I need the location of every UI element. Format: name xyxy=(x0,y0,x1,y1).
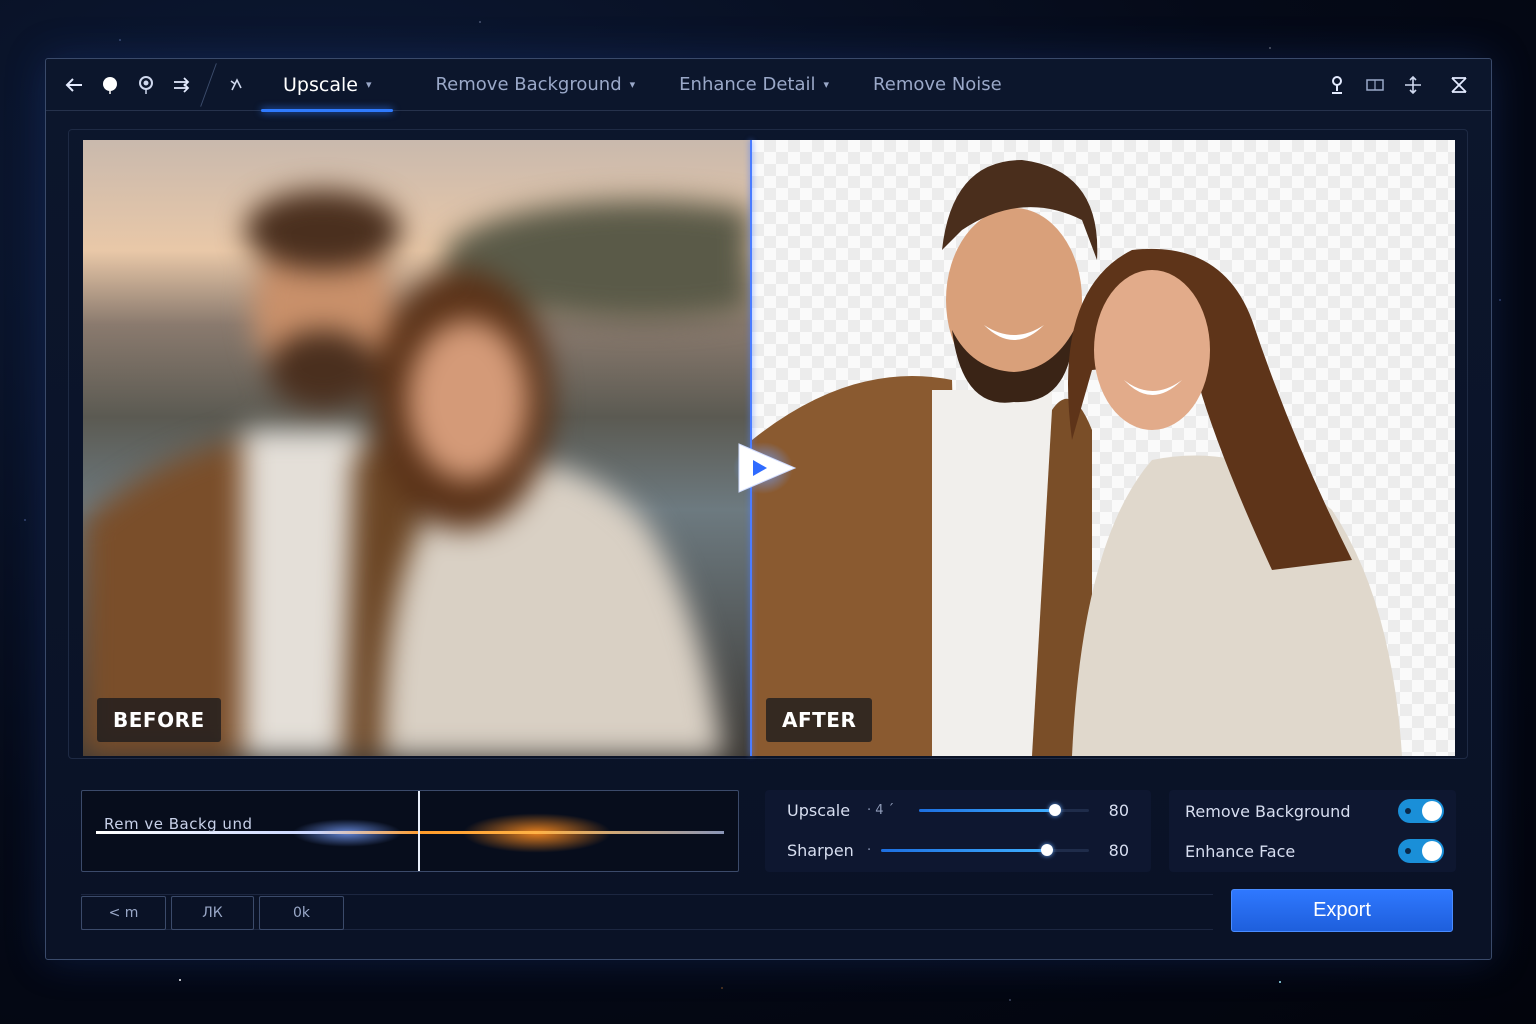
redo-icon[interactable] xyxy=(164,67,200,103)
tab-remove-noise[interactable]: Remove Noise xyxy=(851,59,1024,111)
play-arrow-icon xyxy=(733,442,797,494)
upscale-slider-row: Upscale · 4 ´ 80 xyxy=(787,798,1129,822)
tab-upscale[interactable]: Upscale ▾ xyxy=(261,59,394,112)
tab-upscale-label: Upscale xyxy=(283,73,358,96)
upscale-slider[interactable] xyxy=(919,803,1089,816)
upscale-slider-value: 80 xyxy=(1108,800,1129,820)
sharpen-slider-fill xyxy=(881,848,1048,852)
enhance-face-toggle-row: Enhance Face xyxy=(1185,838,1444,864)
chevron-down-icon: ▾ xyxy=(629,78,636,91)
upscale-slider-knob[interactable] xyxy=(1049,803,1061,816)
compare-slider-handle[interactable] xyxy=(733,440,799,496)
before-after-compare: BEFORE AFTER xyxy=(68,129,1468,759)
sharpen-slider-knob[interactable] xyxy=(1041,843,1054,856)
adjustment-sliders: Upscale · 4 ´ 80 Sharpen · 80 xyxy=(765,790,1151,872)
pin-icon[interactable] xyxy=(1319,67,1355,103)
toolbar-right-icons xyxy=(1319,67,1491,103)
chevron-down-icon: ▾ xyxy=(365,78,372,91)
timeline-strip[interactable]: Rem ve Backg und xyxy=(81,790,739,872)
sharpen-slider-value: 80 xyxy=(1108,840,1129,860)
after-image: AFTER xyxy=(752,140,1455,756)
balloon-icon[interactable] xyxy=(128,67,164,103)
chevron-down-icon: ▾ xyxy=(823,78,830,91)
sharpen-slider-label: Sharpen xyxy=(787,840,854,860)
tab-remove-background-label: Remove Background xyxy=(435,74,622,95)
toolbar-left-icons xyxy=(46,62,255,108)
compare-icon[interactable] xyxy=(1357,67,1393,103)
export-button[interactable]: Export xyxy=(1231,889,1453,932)
before-badge: BEFORE xyxy=(97,698,221,742)
sharpen-slider-row: Sharpen · 80 xyxy=(787,838,1129,862)
remove-background-toggle[interactable] xyxy=(1398,799,1444,823)
tab-remove-background[interactable]: Remove Background ▾ xyxy=(413,59,657,111)
upscale-slider-fill xyxy=(919,808,1055,812)
enhance-face-toggle[interactable] xyxy=(1398,839,1444,863)
remove-background-toggle-row: Remove Background xyxy=(1185,798,1444,824)
sharpen-slider[interactable] xyxy=(881,843,1089,856)
toolbar-separator xyxy=(200,62,217,107)
close-icon[interactable] xyxy=(1441,67,1477,103)
app-window: Upscale ▾ Remove Background ▾ Enhance De… xyxy=(45,58,1492,960)
dot-icon[interactable] xyxy=(92,67,128,103)
tab-enhance-detail[interactable]: Enhance Detail ▾ xyxy=(657,59,851,111)
toolbar: Upscale ▾ Remove Background ▾ Enhance De… xyxy=(46,59,1491,112)
sharpen-slider-extra: · xyxy=(867,842,872,858)
bottom-bar: < m ЛК 0k xyxy=(81,894,1213,930)
toggle-options: Remove Background Enhance Face xyxy=(1169,790,1456,872)
timeline-playhead[interactable] xyxy=(418,791,420,871)
previous-button[interactable]: < m xyxy=(81,896,166,930)
move-icon[interactable] xyxy=(1395,67,1431,103)
after-badge: AFTER xyxy=(766,698,873,742)
bottom-button-2[interactable]: ЛК xyxy=(171,896,254,930)
remove-background-toggle-label: Remove Background xyxy=(1185,801,1351,821)
back-arrow-icon[interactable] xyxy=(56,67,92,103)
upscale-slider-label: Upscale xyxy=(787,800,851,820)
timeline-text: Rem ve Backg und xyxy=(104,815,253,833)
cursor-icon[interactable] xyxy=(219,67,255,103)
tab-remove-noise-label: Remove Noise xyxy=(873,74,1002,95)
before-image: BEFORE xyxy=(83,140,750,756)
upscale-slider-factor: · 4 ´ xyxy=(867,802,895,818)
enhance-face-toggle-label: Enhance Face xyxy=(1185,841,1296,861)
tab-enhance-detail-label: Enhance Detail xyxy=(679,74,816,95)
bottom-button-3[interactable]: 0k xyxy=(259,896,344,930)
